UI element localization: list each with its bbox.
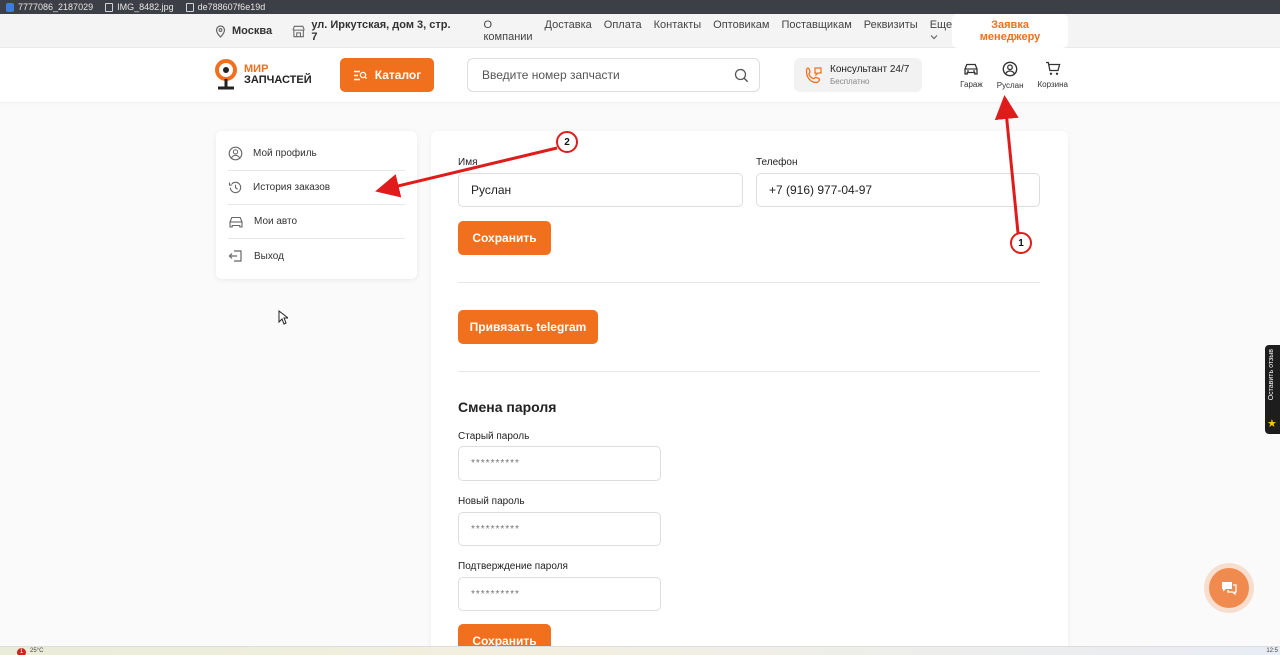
nav-link-requisites[interactable]: Реквизиты [864,19,918,43]
manager-request-button[interactable]: Заявка менеджеру [952,14,1068,48]
browser-tab[interactable]: de788607f6e19d [185,2,266,12]
phone-label: Телефон [756,157,798,168]
top-nav: О компании Доставка Оплата Контакты Опто… [484,19,953,43]
sidebar-item-my-cars[interactable]: Мои авто [228,205,405,239]
link-telegram-button[interactable]: Привязать telegram [458,310,598,344]
tab-label: IMG_8482.jpg [117,2,174,12]
sidebar-item-label: Выход [254,250,284,262]
car-icon [964,63,979,75]
sidebar-item-profile[interactable]: Мой профиль [228,137,405,171]
sidebar-item-order-history[interactable]: История заказов [228,171,405,205]
save-profile-button[interactable]: Сохранить [458,221,551,255]
profile-card: Имя Телефон Сохранить Привязать telegram… [431,131,1068,655]
annotation-marker-2: 2 [556,131,578,153]
browser-tab[interactable]: IMG_8482.jpg [105,2,174,12]
nav-link-payment[interactable]: Оплата [604,19,642,43]
nav-link-contacts[interactable]: Контакты [654,19,702,43]
file-icon [105,2,114,12]
password-section-title: Смена пароля [458,399,557,415]
nav-link-suppliers[interactable]: Поставщикам [781,19,851,43]
logout-icon [228,250,242,262]
search-icon[interactable] [734,68,749,83]
annotation-marker-1: 1 [1010,232,1032,254]
name-field[interactable] [458,173,743,207]
sidebar-item-label: Мой профиль [253,148,317,159]
nav-link-more[interactable]: Еще [930,19,952,43]
divider [458,282,1040,283]
logo-line-2: ЗАПЧАСТЕЙ [244,74,312,86]
garage-button[interactable]: Гараж [960,62,983,89]
location-pin-icon [215,24,226,38]
more-label: Еще [929,19,953,31]
os-taskbar: 1 25°C 12:5 [0,646,1280,655]
consultant-subtitle: Бесплатно [830,77,870,86]
sidebar-item-logout[interactable]: Выход [228,239,405,273]
address-label: ул. Иркутская, дом 3, стр. 7 [311,19,451,43]
header-actions: Гараж Руслан Корзина [960,61,1068,90]
chat-button[interactable] [1209,568,1249,608]
catalog-button[interactable]: Каталог [340,58,434,92]
cart-icon [1045,61,1061,75]
logo-icon [215,59,237,90]
mouse-cursor-icon [278,310,288,325]
car-icon [229,216,243,228]
phone-field[interactable] [756,173,1040,207]
consultant-title: Консультант 24/7 [830,64,910,75]
part-search-input[interactable] [482,68,734,82]
garage-label: Гараж [960,79,983,89]
sidebar-item-label: История заказов [253,182,331,193]
store-address[interactable]: ул. Иркутская, дом 3, стр. 7 [292,19,451,43]
user-name-label: Руслан [996,80,1024,90]
account-sidebar: Мой профиль История заказов Мои авто Вых… [216,131,417,279]
city-label: Москва [232,25,273,37]
cart-label: Корзина [1037,80,1068,89]
store-icon [292,25,305,37]
history-icon [228,181,242,194]
top-info-bar: Москва ул. Иркутская, дом 3, стр. 7 О ко… [0,14,1280,48]
cart-button[interactable]: Корзина [1038,61,1068,89]
user-icon [1002,61,1018,76]
part-search-box [467,58,760,92]
phone-chat-icon [805,67,822,84]
tab-label: de788607f6e19d [197,2,266,12]
account-button[interactable]: Руслан [997,61,1024,90]
nav-link-about[interactable]: О компании [484,19,533,43]
catalog-menu-icon [353,70,367,80]
city-selector[interactable]: Москва [215,24,273,38]
browser-tab[interactable]: 7777086_2187029 [6,2,93,12]
sidebar-item-label: Мои авто [254,216,298,227]
star-icon: ★ [1267,418,1277,430]
divider [458,371,1040,372]
new-password-label: Новый пароль [458,496,525,507]
file-icon [185,2,194,12]
browser-tab-strip: 7777086_2187029 IMG_8482.jpg de788607f6e… [0,0,1280,14]
old-password-label: Старый пароль [458,431,530,442]
chevron-down-icon [930,35,938,40]
chat-icon [1222,582,1237,596]
catalog-label: Каталог [374,68,422,82]
feedback-side-tab[interactable]: Оставить отзыв ★ [1265,345,1280,434]
tab-label: 7777086_2187029 [18,2,94,12]
old-password-field[interactable] [458,446,661,481]
feedback-label: Оставить отзыв [1268,349,1275,401]
consultant-widget[interactable]: Консультант 24/7 Бесплатно [794,58,922,92]
weather-temperature: 25°C [30,648,44,654]
confirm-password-field[interactable] [458,577,661,611]
new-password-field[interactable] [458,512,661,546]
name-label: Имя [458,157,478,168]
site-logo[interactable]: МИР ЗАПЧАСТЕЙ [215,59,335,91]
user-icon [228,146,243,161]
nav-link-delivery[interactable]: Доставка [545,19,592,43]
app-icon [6,2,14,12]
clock-time: 12:5 [1266,648,1278,654]
confirm-password-label: Подтверждение пароля [458,561,568,572]
notification-badge[interactable]: 1 [17,648,26,655]
nav-link-wholesale[interactable]: Оптовикам [713,19,769,43]
main-header: МИР ЗАПЧАСТЕЙ Каталог Консультант 24/7 Б… [0,48,1280,102]
